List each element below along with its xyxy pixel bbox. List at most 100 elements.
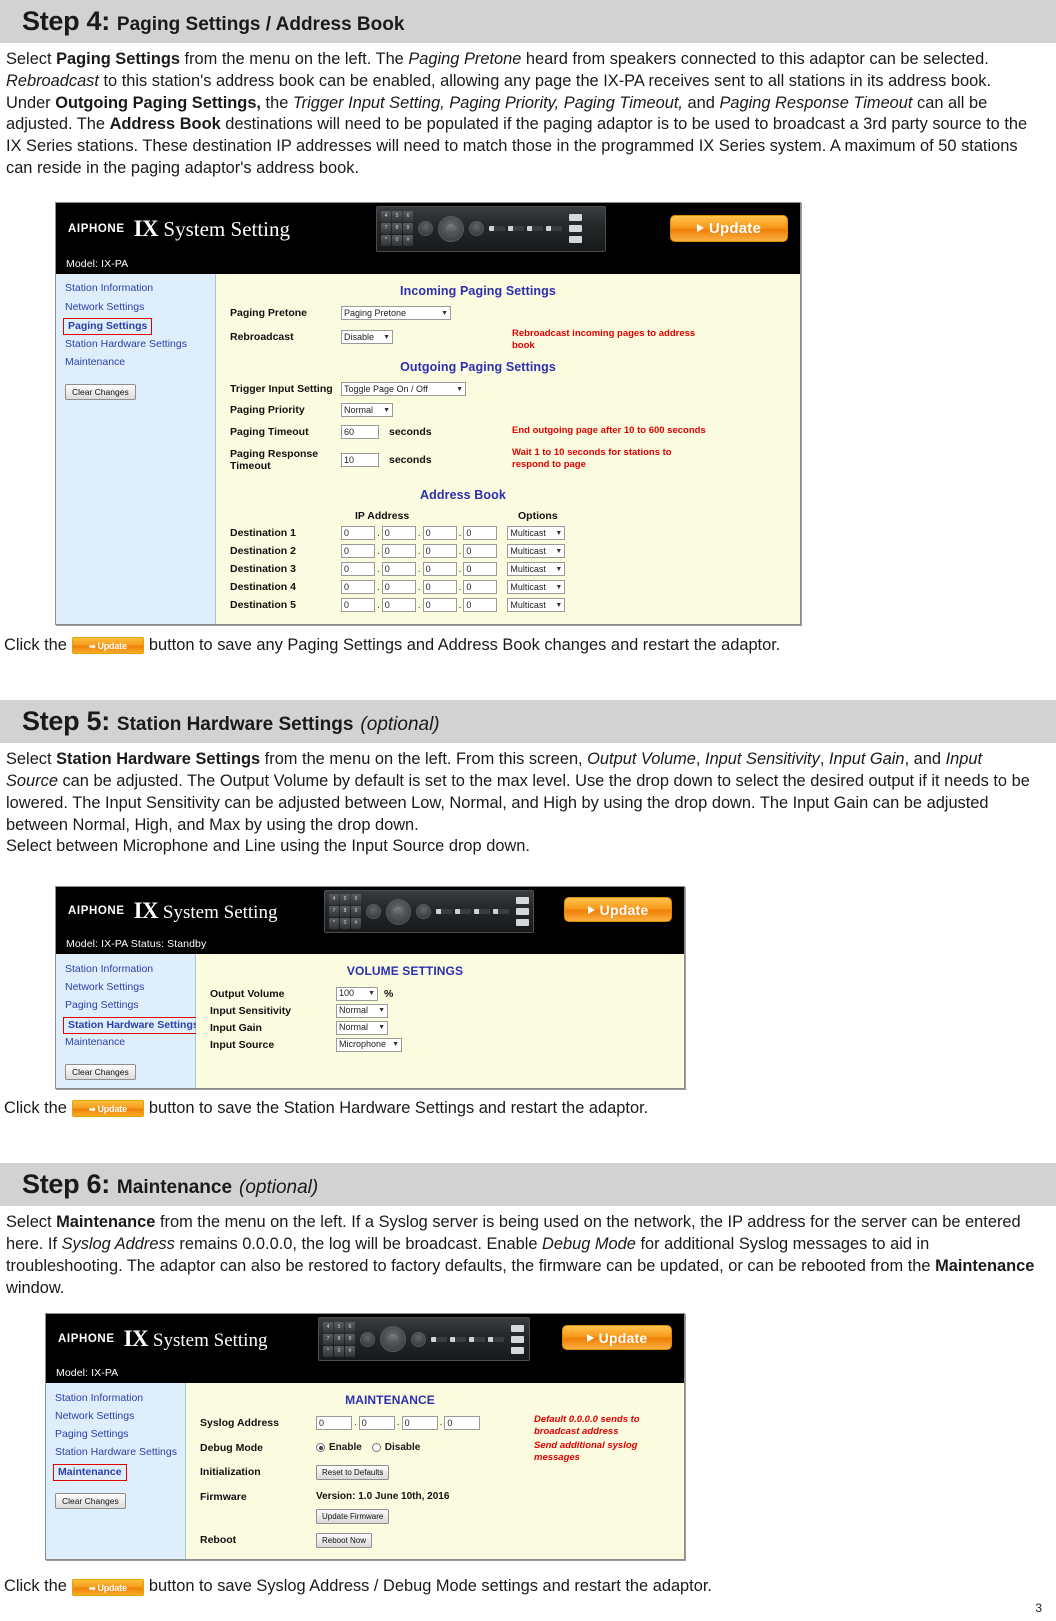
paging-pretone-select[interactable]: Paging Pretone ▼ (341, 306, 451, 321)
update-button[interactable]: Update (670, 214, 788, 242)
destination-option-select[interactable]: Multicast ▼ (507, 598, 566, 613)
destination-label: Destination 2 (230, 545, 296, 558)
update-firmware-button[interactable]: Update Firmware (316, 1508, 390, 1524)
input-gain-select[interactable]: Normal ▼ (336, 1020, 388, 1035)
ip-octet-3[interactable]: 0 (422, 580, 457, 595)
paging-timeout-unit: seconds (389, 426, 432, 439)
trigger-input-setting-select[interactable]: Toggle Page On / Off ▼ (341, 382, 466, 397)
ip-octet-2[interactable]: 0 (381, 526, 416, 541)
sidebar-item-network-settings[interactable]: Network Settings (56, 978, 195, 996)
ip-octet-3[interactable]: 0 (422, 544, 457, 559)
clear-changes-button[interactable]: Clear Changes (55, 1493, 126, 1510)
ip-octet-4[interactable]: 0 (463, 544, 498, 559)
ip-octet-1[interactable]: 0 (341, 580, 375, 595)
update-button-inline[interactable]: ➡ Update (71, 637, 144, 655)
sidebar-item-station-hardware-settings[interactable]: Station Hardware Settings (46, 1444, 185, 1462)
side-blocks (515, 897, 529, 927)
output-volume-select[interactable]: 100 ▼ (336, 986, 378, 1001)
chevron-down-icon: ▼ (555, 583, 563, 591)
sidebar-item-paging-settings[interactable]: Paging Settings (56, 997, 195, 1015)
sidebar-item-station-hardware-settings[interactable]: Station Hardware Settings (56, 335, 215, 353)
syslog-octet-4[interactable]: 0 (444, 1415, 481, 1430)
debug-enable-radio[interactable]: Enable (316, 1442, 362, 1453)
ip-octet-2[interactable]: 0 (381, 598, 416, 613)
address-book-title: Address Book (420, 487, 506, 502)
side-blocks (569, 214, 582, 244)
sidebar-item-network-settings[interactable]: Network Settings (46, 1408, 185, 1426)
ip-octet-3[interactable]: 0 (422, 598, 457, 613)
caption-after-text: button to save the Station Hardware Sett… (148, 1098, 649, 1117)
step-5-paragraph: Select Station Hardware Settings from th… (6, 750, 1030, 856)
field-paging-response-timeout: Paging Response Timeout 10 seconds Wait … (216, 447, 800, 474)
sidebar-item-network-settings[interactable]: Network Settings (56, 298, 215, 316)
sidebar-item-maintenance[interactable]: Maintenance (56, 1034, 195, 1052)
chevron-down-icon: ▼ (383, 333, 390, 341)
sidebar-item-paging-settings[interactable]: Paging Settings (46, 1426, 185, 1444)
destination-label: Destination 1 (230, 527, 296, 540)
input-sensitivity-select[interactable]: Normal ▼ (336, 1003, 388, 1018)
paging-response-timeout-input[interactable]: 10 (341, 453, 379, 468)
paging-timeout-label: Paging Timeout (230, 426, 309, 439)
destination-label: Destination 5 (230, 599, 296, 612)
device-photo: 456 789 * 0 # (318, 1317, 530, 1362)
clear-changes-button[interactable]: Clear Changes (65, 1063, 136, 1080)
destination-option-select[interactable]: Multicast ▼ (507, 580, 566, 595)
sidebar-item-paging-settings[interactable]: Paging Settings (63, 318, 153, 336)
chevron-down-icon: ▼ (378, 1007, 385, 1015)
paging-pretone-label: Paging Pretone (230, 307, 308, 320)
update-button-label: Update (598, 1329, 648, 1346)
ip-octet-1[interactable]: 0 (341, 526, 375, 541)
field-firmware: Firmware Version: 1.0 June 10th, 2016 (186, 1489, 684, 1504)
ip-octet-1[interactable]: 0 (341, 562, 375, 577)
syslog-octet-1[interactable]: 0 (316, 1415, 352, 1430)
ip-octet-4[interactable]: 0 (463, 598, 498, 613)
arrow-right-icon (587, 905, 595, 914)
sidebar-item-station-hardware-settings[interactable]: Station Hardware Settings (63, 1016, 204, 1034)
rebroadcast-select[interactable]: Disable ▼ (341, 330, 393, 345)
ip-octet-2[interactable]: 0 (381, 580, 416, 595)
app-title: IX System Setting (123, 1326, 268, 1352)
update-button[interactable]: Update (564, 897, 672, 923)
field-input-sensitivity: Input Sensitivity Normal ▼ (196, 1002, 684, 1019)
onoff-button-icon (469, 221, 484, 237)
address-book-row: Destination 5 0. 0. 0. 0 Multicast ▼ (216, 597, 800, 614)
keypad-icon: 456 789 * 0 # (323, 1321, 355, 1357)
ip-octet-4[interactable]: 0 (463, 526, 498, 541)
debug-disable-radio[interactable]: Disable (371, 1442, 420, 1453)
ip-octet-1[interactable]: 0 (341, 598, 375, 613)
reset-to-defaults-button[interactable]: Reset to Defaults (316, 1464, 390, 1480)
ip-octet-3[interactable]: 0 (422, 562, 457, 577)
ip-octet-4[interactable]: 0 (463, 562, 498, 577)
destination-option-select[interactable]: Multicast ▼ (507, 562, 566, 577)
paging-priority-select[interactable]: Normal ▼ (341, 403, 393, 418)
ip-octet-1[interactable]: 0 (341, 544, 375, 559)
nav-pad-icon (438, 215, 464, 242)
syslog-octet-2[interactable]: 0 (358, 1415, 395, 1430)
caption-before-text: Click the (4, 1577, 67, 1596)
destination-option-select[interactable]: Multicast ▼ (507, 544, 566, 559)
caption-after-text: button to save any Paging Settings and A… (148, 635, 781, 654)
ip-octet-2[interactable]: 0 (381, 544, 416, 559)
clear-changes-button[interactable]: Clear Changes (65, 383, 136, 400)
ip-octet-2[interactable]: 0 (381, 562, 416, 577)
ip-octet-4[interactable]: 0 (463, 580, 498, 595)
input-gain-label: Input Gain (210, 1021, 262, 1034)
rebroadcast-note: Rebroadcast incoming pages to address bo… (512, 327, 696, 351)
address-book-row: Destination 2 0. 0. 0. 0 Multicast ▼ (216, 543, 800, 560)
reboot-now-button[interactable]: Reboot Now (316, 1532, 373, 1548)
sidebar-item-maintenance[interactable]: Maintenance (53, 1463, 127, 1482)
input-sensitivity-label: Input Sensitivity (210, 1004, 292, 1017)
ip-octet-3[interactable]: 0 (422, 526, 457, 541)
update-button-inline[interactable]: ➡ Update (71, 1578, 144, 1596)
step-4-title: Paging Settings / Address Book (116, 14, 405, 35)
debug-enable-label: Enable (329, 1442, 362, 1454)
trigger-input-setting-label: Trigger Input Setting (230, 383, 333, 396)
syslog-octet-3[interactable]: 0 (401, 1415, 438, 1430)
update-button[interactable]: Update (562, 1325, 672, 1351)
step-5-optional: (optional) (360, 714, 440, 736)
paging-timeout-input[interactable]: 60 (341, 425, 379, 440)
input-source-select[interactable]: Microphone ▼ (336, 1037, 402, 1052)
model-bar: Model: IX-PA Status: Standby (56, 935, 684, 955)
update-button-inline[interactable]: ➡ Update (71, 1100, 144, 1118)
destination-option-select[interactable]: Multicast ▼ (507, 526, 566, 541)
